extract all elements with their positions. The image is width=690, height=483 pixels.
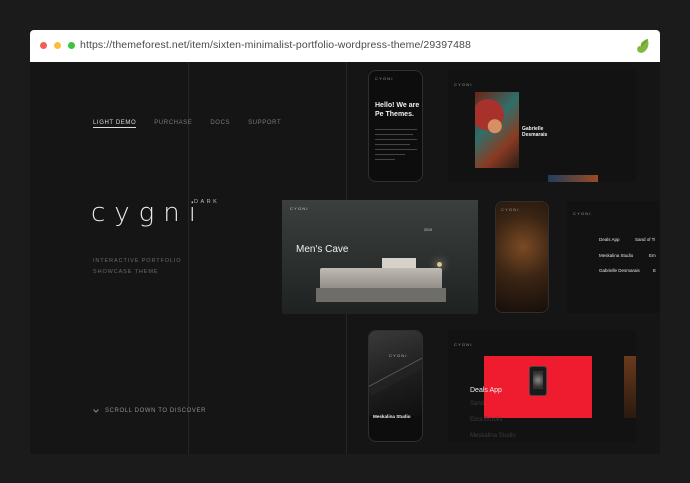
bed-shape — [320, 268, 442, 290]
nav-light-demo[interactable]: LIGHT DEMO — [93, 120, 137, 128]
portrait-photo — [475, 92, 519, 168]
preview-phone-hello[interactable]: CYGNI Hello! We are Pe Themes. — [368, 70, 423, 182]
close-window-dot[interactable] — [40, 42, 47, 49]
warm-photo-edge — [624, 356, 636, 418]
list-item[interactable]: Em — [649, 253, 656, 258]
nav-docs[interactable]: DOCS — [210, 120, 230, 128]
page-viewport: LIGHT DEMO PURCHASE DOCS SUPPORT cygni D… — [30, 62, 660, 454]
brand-logo: cygni — [91, 198, 205, 228]
tagline-line-2: SHOWCASE THEME — [93, 269, 159, 275]
hello-heading-line-2: Pe Themes. — [375, 111, 414, 118]
body-copy-placeholder — [375, 129, 417, 160]
list-item[interactable]: E — [653, 268, 656, 273]
list-item[interactable]: Sand of Ti — [635, 237, 655, 242]
browser-address-bar: https://themeforest.net/item/sixten-mini… — [30, 30, 660, 62]
preview-phone-warm[interactable]: CYGNI — [495, 201, 549, 313]
project-counter: 2019 — [424, 228, 432, 232]
mini-logo: CYGNI — [454, 82, 473, 87]
maximize-window-dot[interactable] — [68, 42, 75, 49]
nav-purchase[interactable]: PURCHASE — [154, 120, 192, 128]
hello-heading: Hello! We are Pe Themes. — [375, 101, 419, 119]
tagline-line-1: INTERACTIVE PORTFOLIO — [93, 258, 182, 264]
portrait-name-line-2: Desmarais — [522, 132, 548, 138]
list-item[interactable]: Meskalina Studio — [599, 253, 633, 258]
mockup-screen — [533, 371, 543, 389]
faded-project-item: Sand — [470, 401, 485, 407]
warm-interior-photo — [496, 202, 548, 312]
list-item[interactable]: Gabrielle Desmarais — [599, 268, 640, 273]
mini-logo: CYGNI — [290, 206, 309, 211]
faded-project-item: Meskalina Studio — [470, 433, 516, 439]
list-item[interactable]: Deals App — [599, 237, 620, 242]
envato-leaf-icon[interactable] — [636, 38, 650, 54]
scroll-cta-label: SCROLL DOWN TO DISCOVER — [105, 408, 207, 414]
mini-logo: CYGNI — [454, 342, 473, 347]
mini-logo: CYGNI — [501, 207, 520, 212]
mini-logo: CYGNI — [389, 353, 408, 358]
tagline: INTERACTIVE PORTFOLIO SHOWCASE THEME — [93, 256, 181, 278]
scroll-down-cta[interactable]: SCROLL DOWN TO DISCOVER — [92, 407, 206, 415]
mini-logo: CYGNI — [375, 76, 394, 81]
minimize-window-dot[interactable] — [54, 42, 61, 49]
deals-app-phone-mockup — [529, 366, 547, 396]
preview-screen-mens-cave[interactable]: CYGNI Men's Cave 2019 — [282, 200, 478, 314]
chevron-down-icon — [93, 409, 99, 413]
lamp-light — [437, 262, 442, 267]
url-text[interactable]: https://themeforest.net/item/sixten-mini… — [80, 39, 471, 51]
preview-screen-project-list[interactable]: CYGNI Deals App Sand of Ti Meskalina Stu… — [567, 201, 660, 313]
portrait-name: Gabrielle Desmarais — [522, 126, 547, 138]
hello-heading-line-1: Hello! We are — [375, 102, 420, 109]
faded-project-item: Ezra Brooks — [470, 417, 503, 423]
meskalina-caption: Meskalina Studio — [373, 414, 411, 419]
brand-variant: DARK — [194, 199, 220, 205]
pillow-shape — [382, 258, 416, 268]
preview-screen-deals-app[interactable]: CYGNI Deals App Sand Ezra Brooks Meskali… — [448, 330, 636, 442]
preview-screen-portrait[interactable]: CYGNI Gabrielle Desmarais — [448, 70, 636, 182]
bed-base-shape — [316, 288, 446, 302]
accent-strip — [548, 175, 598, 182]
deals-app-title[interactable]: Deals App — [470, 387, 502, 394]
mens-cave-title: Men's Cave — [296, 244, 349, 255]
nav-support[interactable]: SUPPORT — [248, 120, 281, 128]
preview-phone-meskalina[interactable]: CYGNI Meskalina Studio — [368, 330, 423, 442]
mini-logo: CYGNI — [573, 211, 592, 216]
top-nav: LIGHT DEMO PURCHASE DOCS SUPPORT — [93, 120, 281, 128]
